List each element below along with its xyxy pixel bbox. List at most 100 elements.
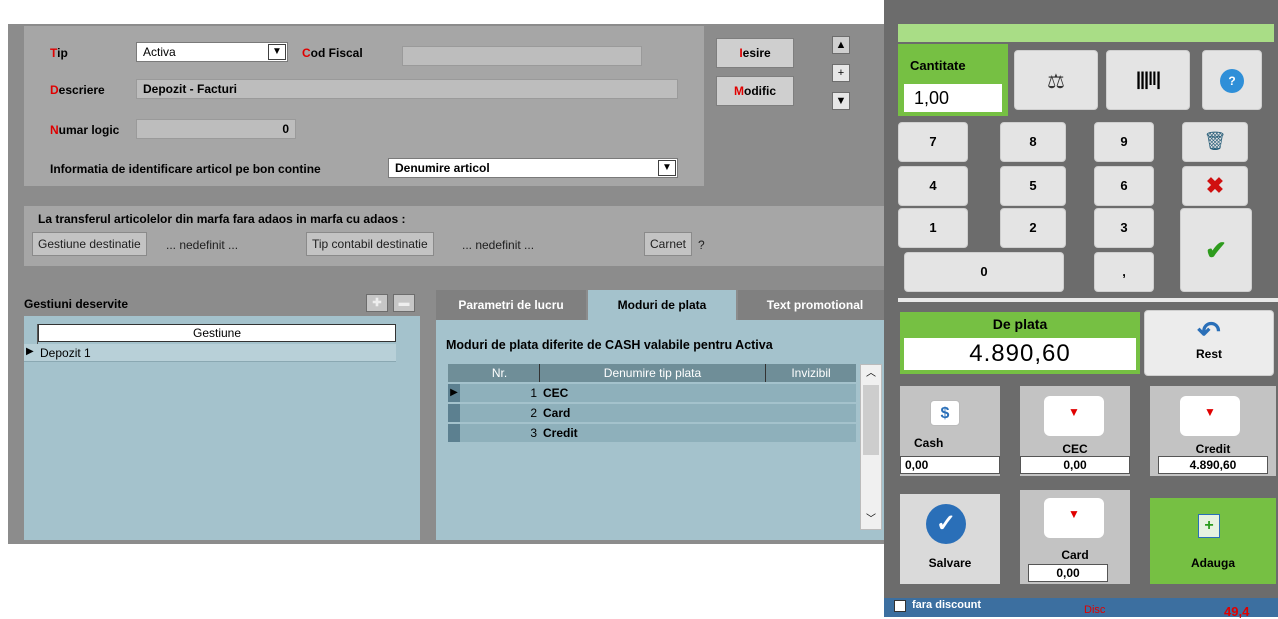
- chevron-down-icon: ▼: [1044, 498, 1104, 538]
- cantitate-input[interactable]: 1,00: [904, 84, 1002, 112]
- help-button[interactable]: ?: [1202, 50, 1262, 110]
- tab-moduri-plata[interactable]: Moduri de plata: [588, 290, 736, 320]
- pos-panel: Cantitate 1,00 ⚖ |||‖| ? 7 8 9 🗑 4 5 6 ✖…: [884, 0, 1278, 619]
- table-row[interactable]: ▶ Depozit 1: [24, 344, 396, 362]
- salvare-label: Salvare: [928, 556, 972, 570]
- moduri-grid: Nr. Denumire tip plata Invizibil ▶ 1 CEC…: [448, 364, 856, 530]
- scroll-down-button[interactable]: ▼: [832, 92, 850, 110]
- tip-select[interactable]: Activa ▼: [136, 42, 288, 62]
- remove-gestiune-button[interactable]: ▬: [393, 294, 415, 312]
- pos-top-bar: [898, 24, 1274, 42]
- salvare-button[interactable]: ✓ Salvare: [900, 494, 1000, 584]
- chevron-down-icon[interactable]: ﹀: [861, 511, 881, 529]
- nr-column-header[interactable]: Nr.: [460, 364, 540, 382]
- discount-bar: fara discount Disc 49,4: [884, 598, 1278, 619]
- moduri-title: Moduri de plata diferite de CASH valabil…: [446, 338, 773, 352]
- denumire-column-header[interactable]: Denumire tip plata: [540, 364, 766, 382]
- key-0[interactable]: 0: [904, 252, 1064, 292]
- cec-value: 0,00: [1020, 456, 1130, 474]
- gestiuni-grid: Gestiune ▶ Depozit 1: [24, 316, 420, 540]
- disc-label: Disc: [1084, 604, 1106, 616]
- card-label: Card: [1061, 548, 1089, 562]
- cod-fiscal-label: Cod Fiscal: [302, 46, 363, 60]
- carnet-button[interactable]: Carnet: [644, 232, 693, 256]
- tip-label: Tip: [50, 46, 68, 60]
- info-select[interactable]: Denumire articol ▼: [388, 158, 678, 178]
- cod-fiscal-field[interactable]: [402, 46, 642, 66]
- plus-icon: ✚: [372, 297, 382, 309]
- scrollbar-thumb[interactable]: [863, 385, 879, 455]
- modific-button[interactable]: Modific: [716, 76, 794, 106]
- credit-tile[interactable]: ▼ Credit 4.890,60: [1150, 386, 1276, 476]
- scale-button[interactable]: ⚖: [1014, 50, 1098, 110]
- add-gestiune-button[interactable]: ✚: [366, 294, 388, 312]
- row-indicator-header: [448, 364, 460, 382]
- credit-value: 4.890,60: [1158, 456, 1268, 474]
- chevron-down-icon: ▼: [835, 95, 847, 107]
- card-tile[interactable]: ▼ Card 0,00: [1020, 490, 1130, 584]
- scroll-up-button[interactable]: ▲: [832, 36, 850, 54]
- invizibil-cell[interactable]: [766, 424, 856, 442]
- close-icon: ✖: [1205, 173, 1225, 198]
- cash-tile[interactable]: $ Cash 0,00: [900, 386, 1000, 476]
- cantitate-box: Cantitate 1,00: [898, 44, 1008, 116]
- moduri-plata-panel: Moduri de plata diferite de CASH valabil…: [436, 320, 892, 540]
- plus-button[interactable]: +: [832, 64, 850, 82]
- scale-icon: ⚖: [1047, 71, 1065, 93]
- gestiune-column-header[interactable]: Gestiune: [38, 324, 396, 342]
- checkmark-icon: ✔: [1205, 235, 1227, 265]
- invizibil-column-header[interactable]: Invizibil: [766, 364, 856, 382]
- de-plata-label: De plata: [992, 316, 1048, 332]
- cancel-button[interactable]: ✖: [1182, 166, 1248, 206]
- invizibil-cell[interactable]: [766, 404, 856, 422]
- tab-parametri[interactable]: Parametri de lucru: [436, 290, 586, 320]
- row-pointer-icon: ▶: [26, 346, 34, 357]
- descriere-field[interactable]: Depozit - Facturi: [136, 79, 678, 99]
- cash-icon: $: [930, 400, 960, 426]
- iesire-button[interactable]: Iesire: [716, 38, 794, 68]
- key-3[interactable]: 3: [1094, 208, 1154, 248]
- key-6[interactable]: 6: [1094, 166, 1154, 206]
- fara-discount-checkbox[interactable]: [894, 600, 906, 612]
- table-row[interactable]: 3 Credit: [448, 424, 856, 442]
- chevron-down-icon[interactable]: ▼: [658, 160, 676, 176]
- chevron-up-icon: ▲: [835, 39, 847, 51]
- table-row[interactable]: 2 Card: [448, 404, 856, 422]
- table-row[interactable]: ▶ 1 CEC: [448, 384, 856, 402]
- key-7[interactable]: 7: [898, 122, 968, 162]
- tip-contabil-value: ... nedefinit ...: [462, 238, 535, 252]
- key-5[interactable]: 5: [1000, 166, 1066, 206]
- key-4[interactable]: 4: [898, 166, 968, 206]
- undo-arrow-icon: ↶: [1197, 316, 1221, 347]
- chevron-down-icon: ▼: [1180, 396, 1240, 436]
- confirm-button[interactable]: ✔: [1180, 208, 1252, 292]
- cec-label: CEC: [1062, 442, 1088, 456]
- key-1[interactable]: 1: [898, 208, 968, 248]
- tip-contabil-button[interactable]: Tip contabil destinatie: [306, 232, 434, 256]
- invizibil-cell[interactable]: [766, 384, 856, 402]
- numar-logic-label: Numar logic: [50, 123, 120, 137]
- key-2[interactable]: 2: [1000, 208, 1066, 248]
- help-icon: ?: [1220, 69, 1244, 93]
- chevron-up-icon[interactable]: ︿: [861, 365, 881, 383]
- info-label: Informatia de identificare articol pe bo…: [50, 162, 321, 176]
- de-plata-value: 4.890,60: [904, 338, 1136, 370]
- numar-logic-field[interactable]: 0: [136, 119, 296, 139]
- key-comma[interactable]: ,: [1094, 252, 1154, 292]
- adauga-button[interactable]: + Adauga: [1150, 498, 1276, 584]
- cec-tile[interactable]: ▼ CEC 0,00: [1020, 386, 1130, 476]
- key-8[interactable]: 8: [1000, 122, 1066, 162]
- gestiune-destinatie-button[interactable]: Gestiune destinatie: [32, 232, 147, 256]
- rest-button[interactable]: ↶ Rest: [1144, 310, 1274, 376]
- trash-button[interactable]: 🗑: [1182, 122, 1248, 162]
- barcode-button[interactable]: |||‖|: [1106, 50, 1190, 110]
- card-value: 0,00: [1028, 564, 1108, 582]
- transfer-title: La transferul articolelor din marfa fara…: [38, 212, 406, 226]
- key-9[interactable]: 9: [1094, 122, 1154, 162]
- minus-icon: ▬: [398, 297, 410, 309]
- chevron-down-icon[interactable]: ▼: [268, 44, 286, 60]
- moduri-scrollbar[interactable]: ︿ ﹀: [860, 364, 882, 530]
- de-plata-box: De plata 4.890,60: [900, 312, 1140, 374]
- tab-text-promotional[interactable]: Text promotional: [738, 290, 892, 320]
- credit-label: Credit: [1195, 442, 1231, 456]
